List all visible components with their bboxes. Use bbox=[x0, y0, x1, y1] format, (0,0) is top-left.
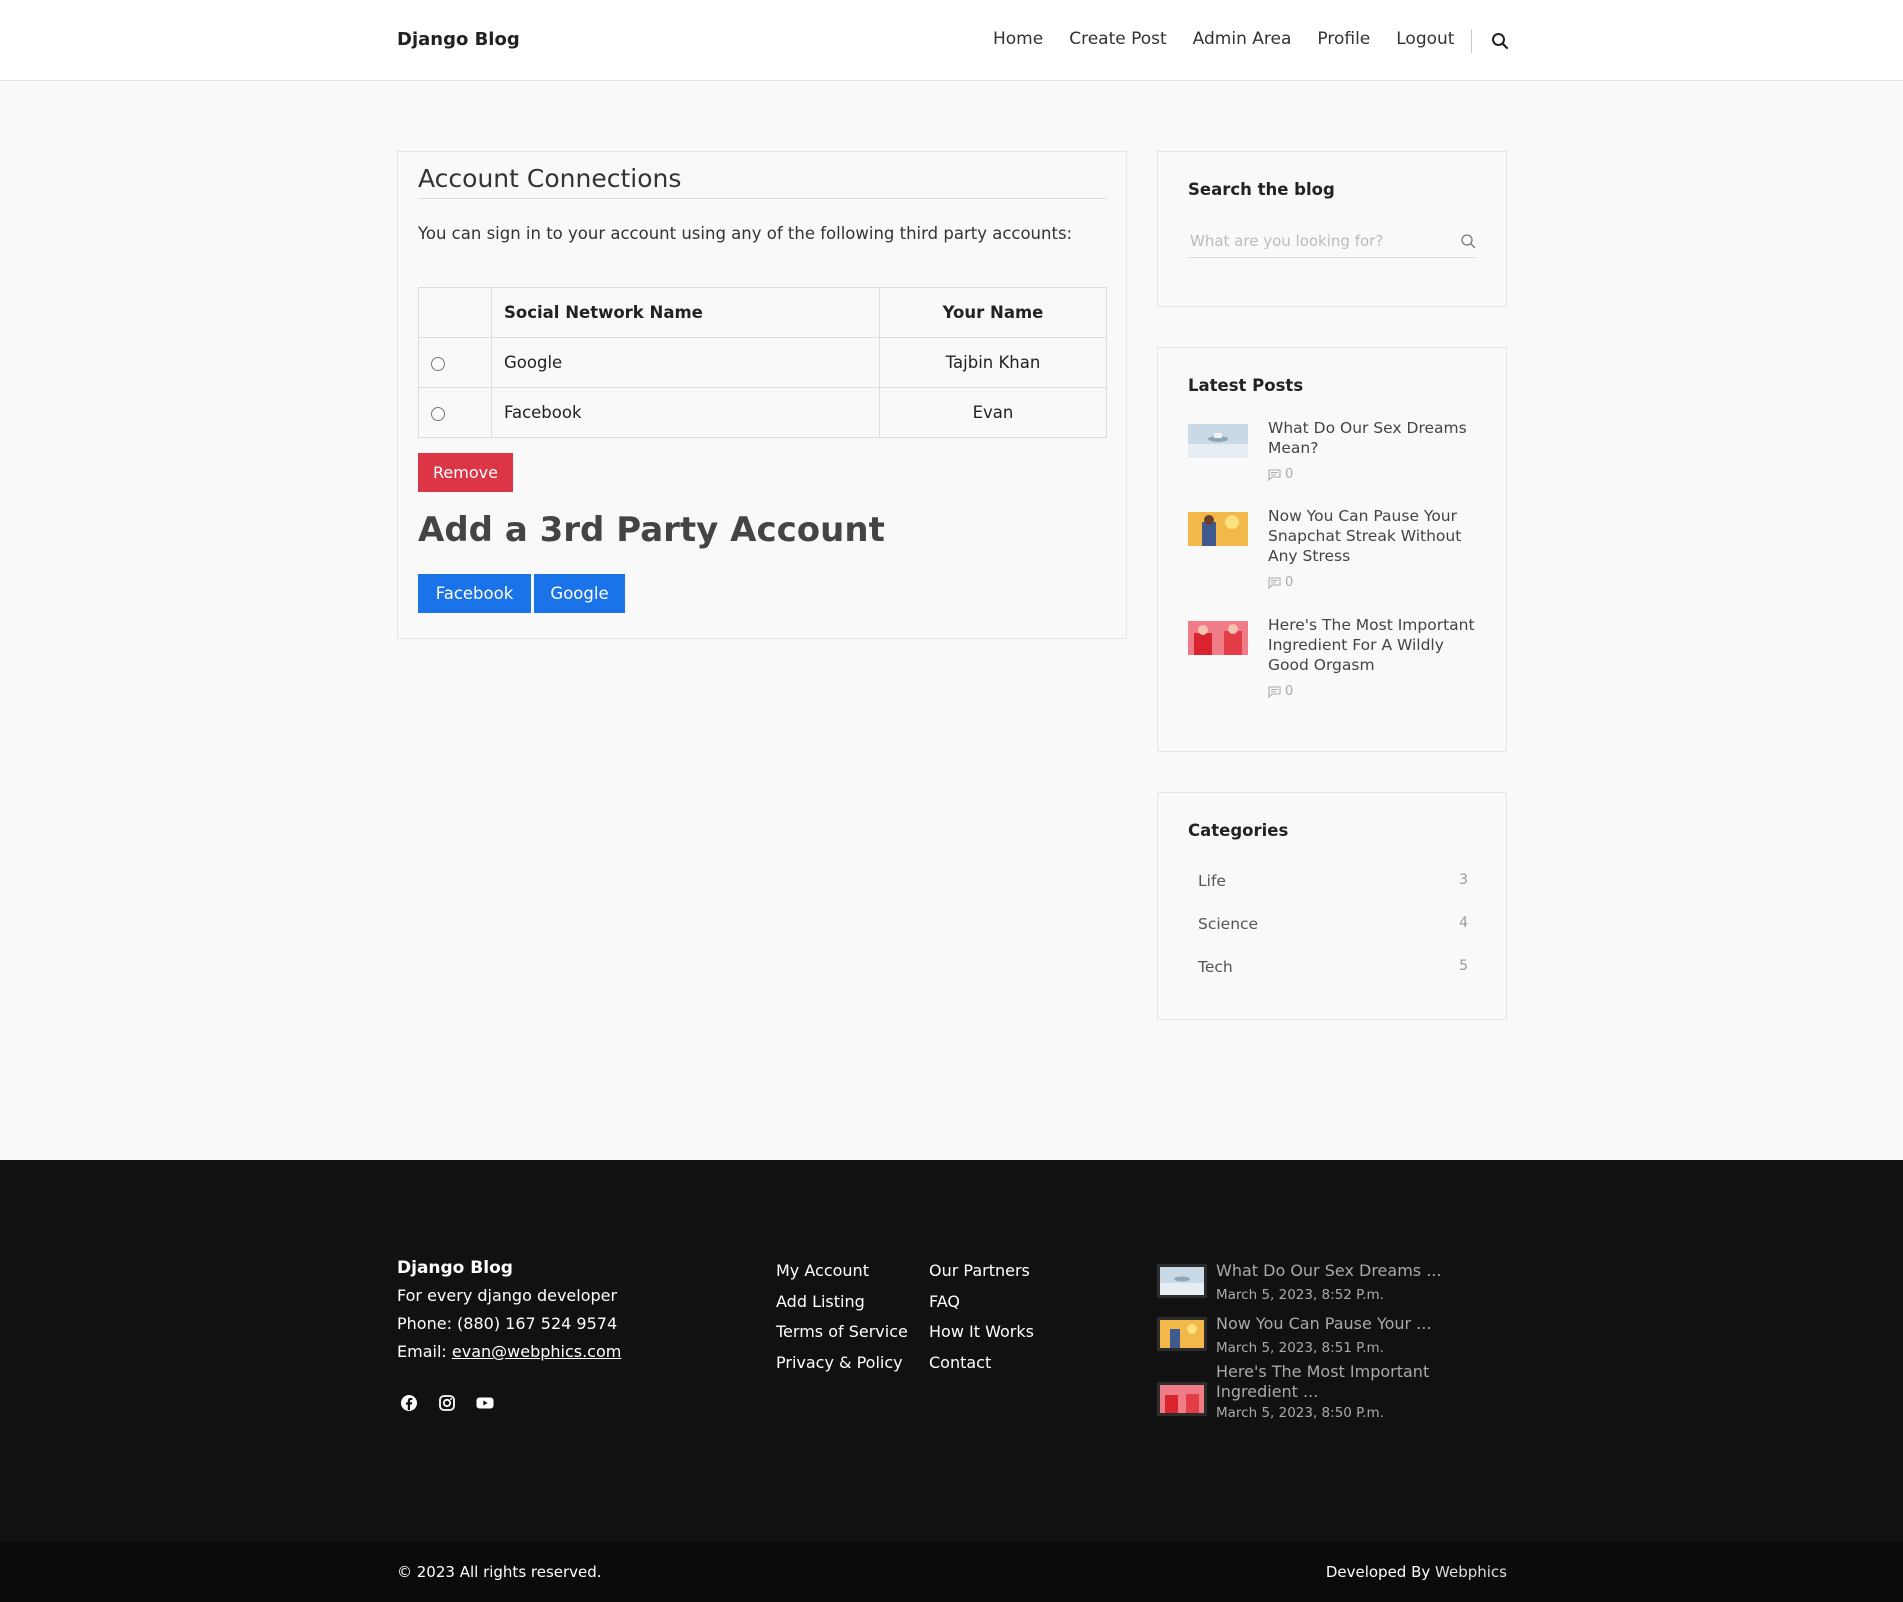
footer-phone: Phone: (880) 167 524 9574 bbox=[397, 1314, 618, 1333]
name-cell: Evan bbox=[879, 387, 1107, 438]
instagram-icon[interactable] bbox=[437, 1393, 457, 1413]
comment-count: 0 bbox=[1285, 467, 1294, 482]
category-count: 5 bbox=[1459, 958, 1468, 974]
column-header-network: Social Network Name bbox=[491, 287, 880, 338]
intro-text: You can sign in to your account using an… bbox=[418, 224, 1073, 243]
footer-link-privacy[interactable]: Privacy & Policy bbox=[776, 1353, 903, 1372]
select-radio[interactable] bbox=[431, 406, 445, 421]
category-name: Life bbox=[1198, 872, 1226, 890]
name-cell: Tajbin Khan bbox=[879, 337, 1107, 388]
nav-divider bbox=[1471, 29, 1472, 53]
network-cell: Google bbox=[491, 337, 880, 388]
post-title[interactable]: Here's The Most Important Ingredient For… bbox=[1268, 615, 1483, 675]
footer-tagline: For every django developer bbox=[397, 1286, 618, 1305]
footer-link-contact[interactable]: Contact bbox=[929, 1353, 991, 1372]
post-thumbnail[interactable] bbox=[1157, 1382, 1207, 1416]
select-column-header bbox=[418, 287, 492, 338]
footer-post-title[interactable]: Now You Can Pause Your ... bbox=[1216, 1314, 1516, 1334]
footer-link-faq[interactable]: FAQ bbox=[929, 1292, 960, 1311]
developer-credit: Developed By Webphics bbox=[1325, 1563, 1507, 1581]
post-title[interactable]: What Do Our Sex Dreams Mean? bbox=[1268, 418, 1483, 458]
footer-post-title[interactable]: What Do Our Sex Dreams ... bbox=[1216, 1261, 1516, 1281]
table-header-row: Social Network Name Your Name bbox=[418, 287, 1107, 338]
select-radio[interactable] bbox=[431, 356, 445, 371]
latest-posts-title: Latest Posts bbox=[1188, 376, 1304, 395]
account-connections-card: Account Connections You can sign in to y… bbox=[397, 151, 1127, 639]
post-thumbnail[interactable] bbox=[1188, 424, 1248, 458]
category-item[interactable]: Life 3 bbox=[1198, 872, 1468, 890]
post-thumbnail[interactable] bbox=[1188, 621, 1248, 655]
title-divider bbox=[418, 198, 1107, 199]
connections-table: Social Network Name Your Name Google Taj… bbox=[418, 287, 1107, 438]
footer-link-my-account[interactable]: My Account bbox=[776, 1261, 869, 1280]
categories-widget: Categories Life 3 Science 4 Tech 5 bbox=[1157, 792, 1507, 1020]
post-thumbnail[interactable] bbox=[1157, 1317, 1207, 1351]
network-cell: Facebook bbox=[491, 387, 880, 438]
post-thumbnail[interactable] bbox=[1188, 512, 1248, 546]
category-item[interactable]: Science 4 bbox=[1198, 915, 1468, 933]
footer-link-terms[interactable]: Terms of Service bbox=[776, 1322, 908, 1341]
youtube-icon[interactable] bbox=[475, 1393, 495, 1413]
category-name: Tech bbox=[1198, 958, 1233, 976]
table-row: Google Tajbin Khan bbox=[418, 337, 1107, 388]
category-count: 3 bbox=[1459, 872, 1468, 888]
footer-link-add-listing[interactable]: Add Listing bbox=[776, 1292, 865, 1311]
search-input[interactable] bbox=[1188, 224, 1476, 258]
connect-google-button[interactable]: Google bbox=[534, 574, 625, 613]
remove-button[interactable]: Remove bbox=[418, 453, 513, 492]
footer-link-how-it-works[interactable]: How It Works bbox=[929, 1322, 1034, 1341]
footer-email: Email: evan@webphics.com bbox=[397, 1342, 622, 1361]
main-nav: Home Create Post Admin Area Profile Logo… bbox=[993, 29, 1454, 49]
nav-logout[interactable]: Logout bbox=[1396, 29, 1454, 49]
footer-link-partners[interactable]: Our Partners bbox=[929, 1261, 1030, 1280]
footer-email-link[interactable]: evan@webphics.com bbox=[452, 1342, 621, 1361]
search-widget-title: Search the blog bbox=[1188, 180, 1335, 199]
comment-icon bbox=[1268, 576, 1281, 589]
category-item[interactable]: Tech 5 bbox=[1198, 958, 1468, 976]
copyright: © 2023 All rights reserved. bbox=[397, 1563, 602, 1581]
search-icon[interactable] bbox=[1460, 233, 1476, 249]
comment-icon bbox=[1268, 468, 1281, 481]
footer-post-date: March 5, 2023, 8:50 P.m. bbox=[1216, 1405, 1384, 1421]
developer-link[interactable]: Webphics bbox=[1435, 1563, 1507, 1581]
latest-posts-widget: Latest Posts What Do Our Sex Dreams Mean… bbox=[1157, 347, 1507, 752]
footer-post-title[interactable]: Here's The Most Important Ingredient ... bbox=[1216, 1362, 1516, 1402]
site-header: Django Blog Home Create Post Admin Area … bbox=[0, 0, 1903, 81]
nav-profile[interactable]: Profile bbox=[1317, 29, 1370, 49]
bottom-bar: © 2023 All rights reserved. Developed By… bbox=[0, 1542, 1903, 1602]
post-thumbnail[interactable] bbox=[1157, 1264, 1207, 1298]
search-icon[interactable] bbox=[1490, 31, 1510, 51]
comment-icon bbox=[1268, 685, 1281, 698]
post-title[interactable]: Now You Can Pause Your Snapchat Streak W… bbox=[1268, 506, 1483, 566]
nav-admin-area[interactable]: Admin Area bbox=[1193, 29, 1292, 49]
footer-brand: Django Blog bbox=[397, 1258, 513, 1278]
nav-create-post[interactable]: Create Post bbox=[1069, 29, 1166, 49]
table-row: Facebook Evan bbox=[418, 387, 1107, 438]
category-count: 4 bbox=[1459, 915, 1468, 931]
categories-title: Categories bbox=[1188, 821, 1289, 840]
footer-post-date: March 5, 2023, 8:51 P.m. bbox=[1216, 1340, 1384, 1356]
footer-post-date: March 5, 2023, 8:52 P.m. bbox=[1216, 1287, 1384, 1303]
page-title: Account Connections bbox=[418, 164, 682, 193]
category-name: Science bbox=[1198, 915, 1259, 933]
search-widget: Search the blog bbox=[1157, 151, 1507, 307]
facebook-icon[interactable] bbox=[399, 1393, 419, 1413]
add-account-heading: Add a 3rd Party Account bbox=[418, 510, 885, 550]
connect-facebook-button[interactable]: Facebook bbox=[418, 574, 531, 613]
column-header-your-name: Your Name bbox=[879, 287, 1107, 338]
comment-count: 0 bbox=[1285, 575, 1294, 590]
site-brand[interactable]: Django Blog bbox=[397, 29, 520, 50]
nav-home[interactable]: Home bbox=[993, 29, 1043, 49]
site-footer: Django Blog For every django developer P… bbox=[0, 1160, 1903, 1542]
comment-count: 0 bbox=[1285, 684, 1294, 699]
